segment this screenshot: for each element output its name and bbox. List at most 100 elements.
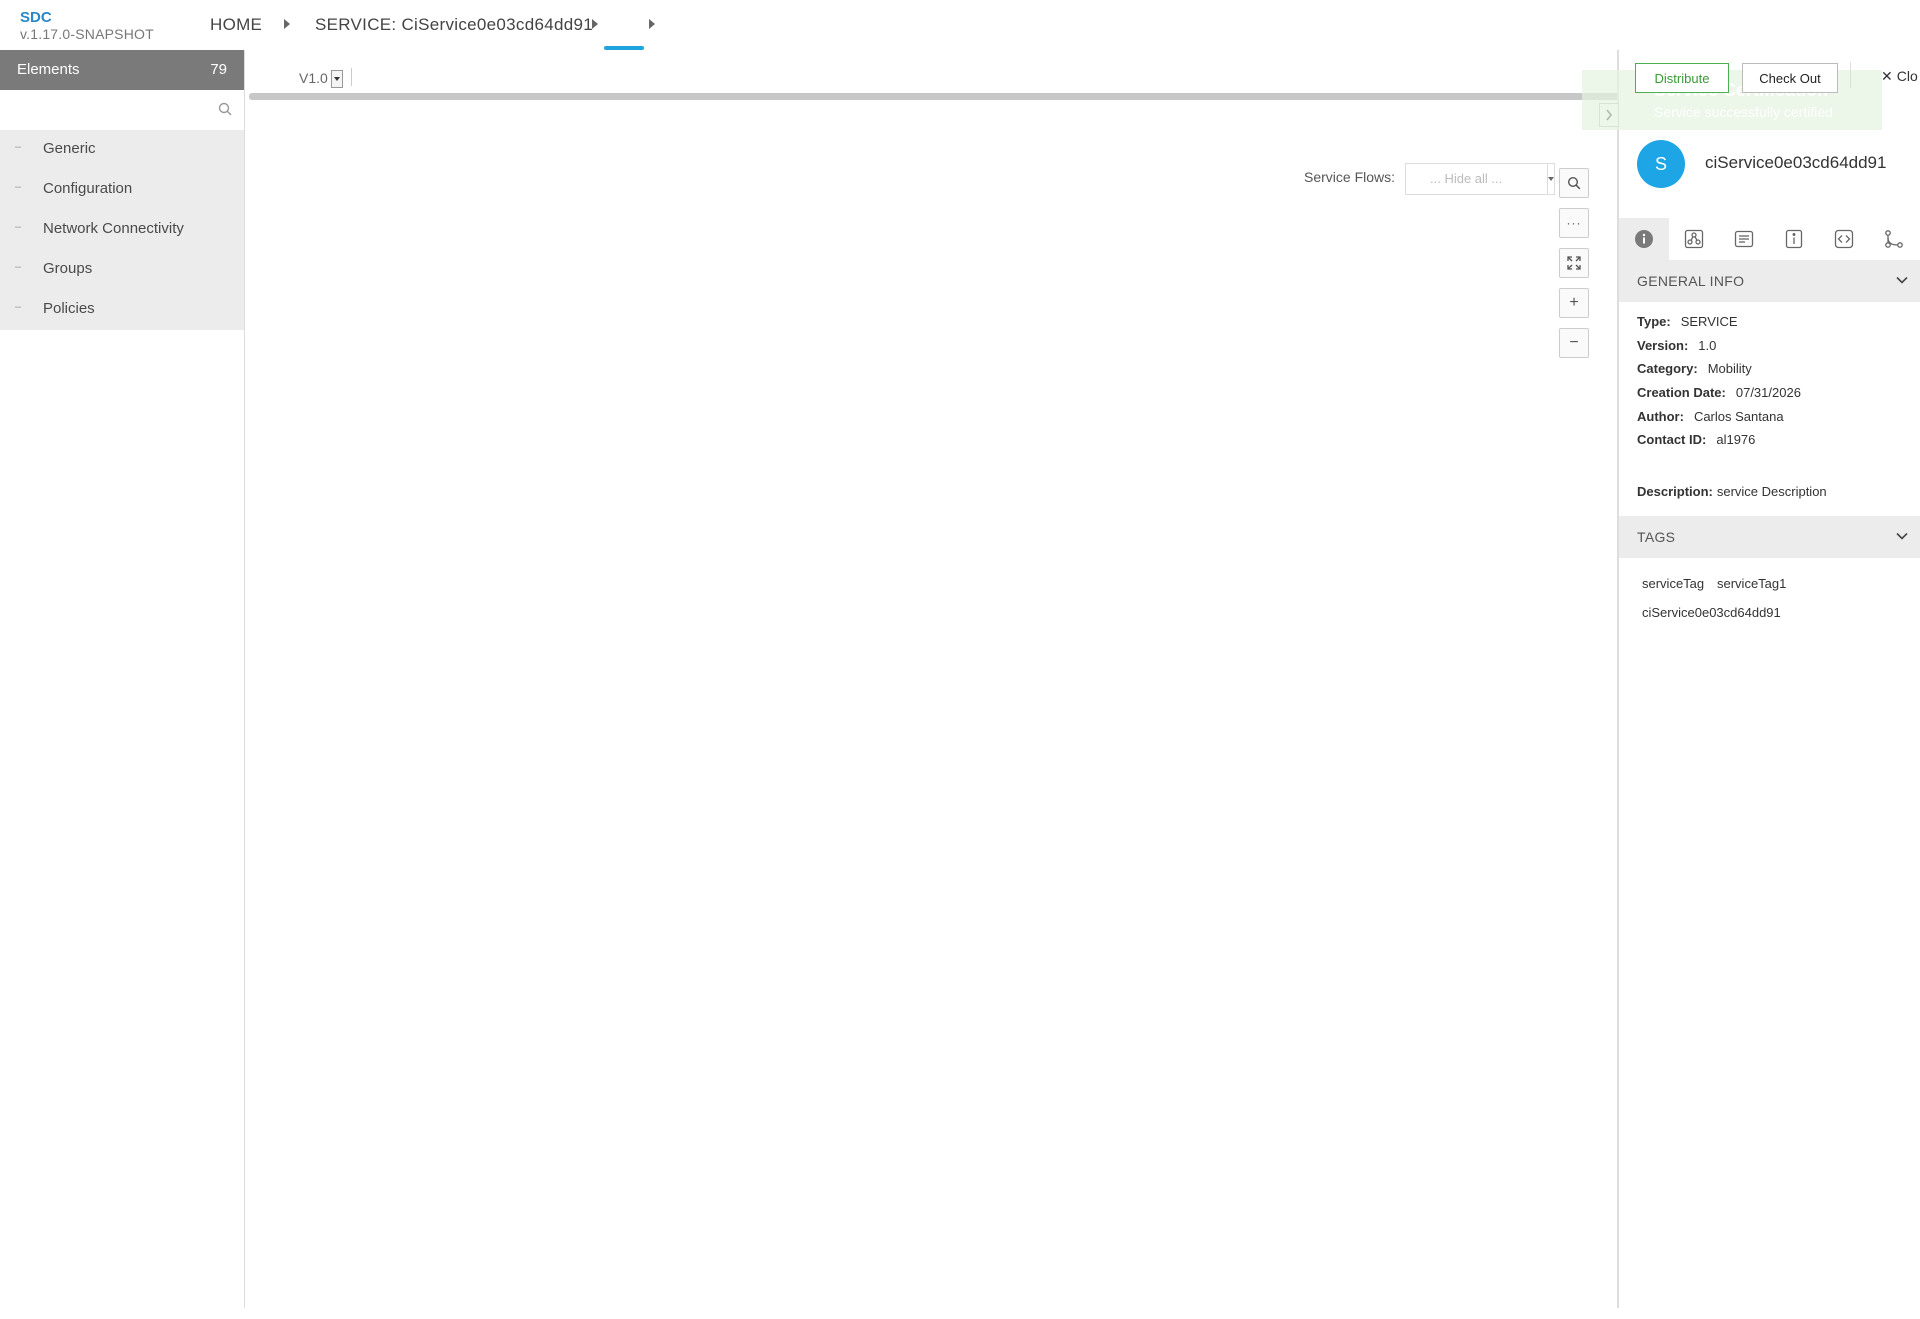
info-value: SERVICE [1680, 314, 1738, 329]
service-flows-label: Service Flows: [1304, 169, 1396, 185]
info-value: 07/31/2026 [1735, 385, 1801, 400]
search-icon [1567, 176, 1581, 190]
info-creation-date: Creation Date: 07/31/2026 [1637, 385, 1801, 400]
tags-header[interactable]: TAGS [1619, 516, 1920, 558]
palette-item-network-connectivity[interactable]: – Network Connectivity [0, 210, 244, 250]
close-button[interactable]: ✕ Clo [1881, 68, 1918, 85]
info-label: Contact ID: [1637, 432, 1707, 447]
info-label: Type: [1637, 314, 1671, 329]
top-bar: SDC v.1.17.0-SNAPSHOT HOME SERVICE: CiSe… [0, 0, 1920, 51]
palette-item-label: Generic [43, 140, 96, 157]
search-icon[interactable] [218, 102, 232, 121]
collapse-dash-icon: – [15, 301, 22, 313]
info-version: Version: 1.0 [1637, 338, 1716, 353]
breadcrumb-home[interactable]: HOME [210, 15, 262, 35]
palette-item-label: Network Connectivity [43, 220, 184, 237]
document-icon [1734, 230, 1754, 248]
palette-category-list: – Generic – Configuration – Network Conn… [0, 130, 244, 330]
expand-icon [1567, 256, 1581, 270]
collapse-dash-icon: – [15, 261, 22, 273]
info-label: Author: [1637, 409, 1684, 424]
collapse-dash-icon: – [15, 221, 22, 233]
info-category: Category: Mobility [1637, 361, 1752, 376]
elements-title: Elements [17, 61, 80, 78]
info-contact-id: Contact ID: al1976 [1637, 432, 1755, 447]
hierarchy-icon [1885, 230, 1903, 248]
info-filled-icon [1635, 230, 1653, 248]
brand-name: SDC [20, 9, 52, 26]
close-icon: ✕ [1881, 68, 1893, 84]
chevron-down-icon [1896, 276, 1908, 284]
info-value: Carlos Santana [1693, 409, 1784, 424]
breadcrumb-arrow-icon[interactable] [284, 19, 290, 29]
elements-search [0, 90, 244, 131]
distribute-button[interactable]: Distribute [1635, 63, 1729, 93]
info-type: Type: SERVICE [1637, 314, 1738, 329]
component-name: ciService0e03cd64dd91 [1705, 153, 1887, 172]
info-label: Category: [1637, 361, 1698, 376]
breadcrumb-service[interactable]: SERVICE: CiService0e03cd64dd91 [315, 15, 593, 35]
breadcrumb-arrow-icon[interactable] [592, 19, 598, 29]
tab-composition[interactable] [1869, 218, 1919, 260]
version-dropdown-icon[interactable] [331, 70, 343, 88]
chevron-down-icon [1547, 164, 1554, 194]
brand[interactable]: SDC v.1.17.0-SNAPSHOT [20, 9, 154, 42]
info-label: Description: [1637, 484, 1713, 499]
general-info-title: GENERAL INFO [1637, 273, 1745, 289]
palette-item-generic[interactable]: – Generic [0, 130, 244, 170]
composition-canvas[interactable]: V1.0 Service Flows: ... Hide all ... ···… [245, 50, 1899, 1308]
elements-search-input[interactable] [4, 96, 208, 124]
tag-item: serviceTag [1642, 576, 1705, 591]
tab-api[interactable] [1819, 218, 1869, 260]
component-avatar: S [1637, 140, 1685, 188]
breadcrumb-arrow-icon[interactable] [649, 19, 655, 29]
details-tabs [1619, 218, 1920, 261]
palette-item-groups[interactable]: – Groups [0, 250, 244, 290]
minus-icon: − [1569, 334, 1579, 351]
canvas-search-button[interactable] [1559, 168, 1589, 198]
info-author: Author: Carlos Santana [1637, 409, 1784, 424]
info-label: Creation Date: [1637, 385, 1726, 400]
collapse-dash-icon: – [15, 181, 22, 193]
zoom-out-button[interactable]: − [1559, 328, 1589, 358]
tag-item: ciService0e03cd64dd91 [1642, 605, 1781, 620]
toast-message: Service successfully certified [1654, 104, 1833, 120]
code-icon [1834, 229, 1854, 249]
tag-item: serviceTag1 [1717, 576, 1787, 591]
tags-title: TAGS [1637, 529, 1676, 545]
tab-general-info[interactable] [1619, 218, 1669, 260]
info-value: 1.0 [1698, 338, 1717, 353]
elements-count: 79 [210, 61, 227, 78]
info-label: Version: [1637, 338, 1689, 353]
version-select[interactable]: V1.0 [299, 70, 328, 86]
info-value: service Description [1716, 484, 1827, 499]
service-flows-select[interactable]: ... Hide all ... [1405, 163, 1555, 195]
palette-item-label: Policies [43, 300, 95, 317]
canvas-more-button[interactable]: ··· [1559, 208, 1589, 238]
info-description: Description: service Description [1637, 484, 1827, 499]
palette-item-policies[interactable]: – Policies [0, 290, 244, 330]
info-value: al1976 [1716, 432, 1756, 447]
plus-icon: + [1569, 294, 1579, 311]
tab-properties[interactable] [1769, 218, 1819, 260]
info-value: Mobility [1707, 361, 1752, 376]
general-info-header[interactable]: GENERAL INFO [1619, 260, 1920, 302]
zoom-in-button[interactable]: + [1559, 288, 1589, 318]
service-flows-value: ... Hide all ... [1430, 171, 1503, 186]
close-label: Clo [1896, 68, 1918, 84]
elements-header: Elements 79 [0, 50, 244, 90]
ellipsis-icon: ··· [1566, 216, 1582, 230]
divider [1850, 62, 1851, 88]
chevron-down-icon [1896, 532, 1908, 540]
elements-palette: Elements 79 – Generic – Configuration – … [0, 50, 245, 1308]
brand-version: v.1.17.0-SNAPSHOT [20, 26, 154, 42]
network-icon [1684, 229, 1704, 249]
collapse-dash-icon: – [15, 141, 22, 153]
divider [351, 68, 352, 86]
palette-item-configuration[interactable]: – Configuration [0, 170, 244, 210]
check-out-button[interactable]: Check Out [1742, 63, 1838, 93]
tab-information-artifacts[interactable] [1719, 218, 1769, 260]
tab-deployment-artifacts[interactable] [1669, 218, 1719, 260]
palette-item-label: Configuration [43, 180, 133, 197]
canvas-fit-button[interactable] [1559, 248, 1589, 278]
